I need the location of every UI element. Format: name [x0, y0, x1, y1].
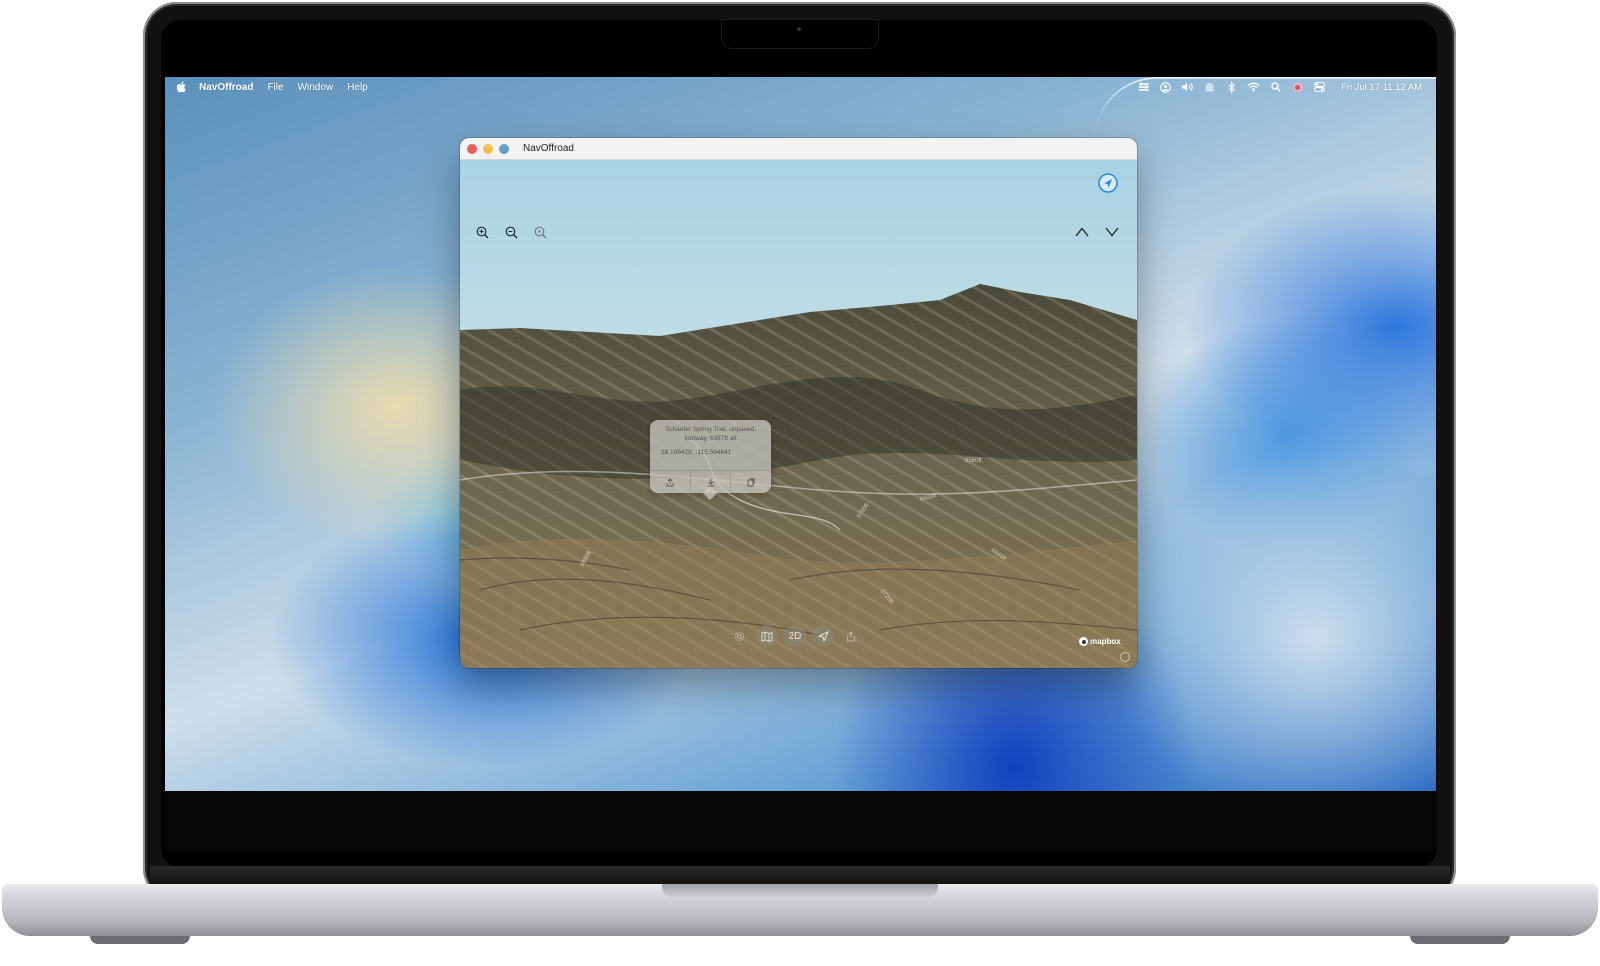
window-titlebar[interactable]: NavOffroad [460, 138, 1137, 160]
app-window: NavOffroad 6880ft 6840ft 6720ft 6760ft 6… [460, 138, 1137, 668]
terrain-render [460, 160, 1137, 668]
popup-coordinates[interactable]: 38.169428, -115.594641 [650, 443, 771, 456]
pitch-up-icon[interactable] [1072, 222, 1092, 242]
bluetooth-icon[interactable] [1221, 77, 1243, 97]
share-icon[interactable] [650, 471, 690, 493]
mapbox-label: mapbox [1090, 637, 1121, 646]
pitch-down-icon[interactable] [1102, 222, 1122, 242]
menu-file[interactable]: File [267, 82, 283, 93]
copy-icon[interactable] [730, 471, 771, 493]
wifi-icon[interactable] [1243, 77, 1265, 97]
pitch-controls [1072, 222, 1122, 242]
popup-title: Schaefer Spring Trail, unpaved, footway,… [664, 426, 757, 442]
zoom-controls [472, 222, 550, 242]
window-title: NavOffroad [523, 143, 574, 154]
user-icon[interactable] [1155, 77, 1177, 97]
control-center-icon[interactable] [1309, 77, 1331, 97]
camera-notch [722, 20, 878, 48]
desktop: NavOffroad File Window Help Fri Jul 17 1… [165, 77, 1436, 791]
zoom-reset-icon[interactable] [530, 222, 550, 242]
minimize-button[interactable] [483, 143, 493, 154]
siri-icon[interactable] [1287, 77, 1309, 97]
hinge [150, 866, 1450, 884]
search-icon[interactable] [1265, 77, 1287, 97]
menu-app-name[interactable]: NavOffroad [199, 82, 253, 93]
zoom-button[interactable] [499, 143, 509, 154]
menu-window[interactable]: Window [298, 82, 334, 93]
location-compass-icon[interactable] [1097, 172, 1119, 194]
menu-bar: NavOffroad File Window Help Fri Jul 17 1… [165, 77, 1436, 97]
share-icon[interactable] [840, 625, 862, 647]
volume-icon[interactable] [1177, 77, 1199, 97]
menu-clock[interactable]: Fri Jul 17 11:12 AM [1341, 82, 1422, 93]
contour-label: 6560ft [965, 458, 982, 464]
location-arrow-icon[interactable] [812, 625, 834, 647]
laptop-foot [1410, 936, 1510, 944]
options-icon[interactable] [1133, 77, 1155, 97]
2d-mode-button[interactable]: 2D [784, 625, 806, 647]
menu-help[interactable]: Help [347, 82, 368, 93]
mapbox-logo-icon [1079, 637, 1088, 646]
map-view[interactable]: 6880ft 6840ft 6720ft 6760ft 6560ft 6600f… [460, 160, 1137, 668]
close-button[interactable] [467, 143, 477, 154]
zoom-in-icon[interactable] [472, 222, 492, 242]
camera-icon [797, 27, 801, 31]
map-toolbar: 2D [728, 625, 862, 647]
zoom-out-icon[interactable] [501, 222, 521, 242]
status-area: Fri Jul 17 11:12 AM [1133, 77, 1422, 97]
ghost-icon[interactable] [1199, 77, 1221, 97]
map-icon[interactable] [756, 625, 778, 647]
screen-chin [165, 791, 1436, 849]
gear-icon[interactable] [728, 625, 750, 647]
info-icon[interactable] [1120, 652, 1130, 662]
trackpad-notch [662, 884, 938, 900]
apple-icon[interactable] [175, 81, 187, 93]
trail-popup: Schaefer Spring Trail, unpaved, footway,… [650, 420, 771, 501]
mapbox-attribution[interactable]: mapbox [1079, 637, 1121, 646]
laptop-foot [90, 936, 190, 944]
